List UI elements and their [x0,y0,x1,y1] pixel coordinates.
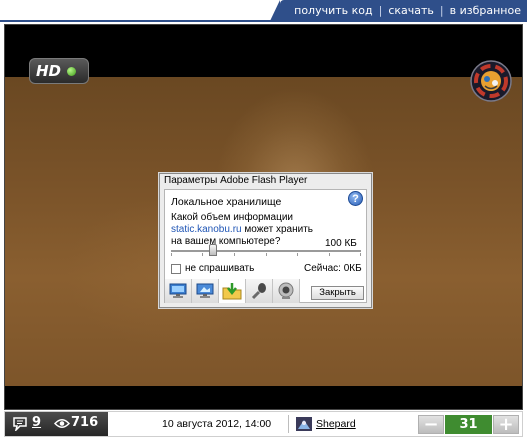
author-link[interactable]: Shepard [316,418,356,430]
add-to-favorites-link[interactable]: в избранное [450,4,521,17]
slider-tick [360,253,361,256]
tab-local-storage[interactable] [219,279,246,303]
slider-tick [329,253,330,256]
privacy-monitor-icon [169,283,187,298]
domain-text: static.kanobu.ru [171,224,242,235]
divider [288,415,289,433]
webcam-icon [278,282,294,299]
rating-score: 31 [445,415,492,434]
dont-ask-checkbox[interactable] [171,264,181,274]
tab-microphone[interactable] [246,279,273,303]
hd-status-indicator-icon [67,66,77,76]
storage-size-value: 100 КБ [325,238,357,249]
help-icon[interactable]: ? [348,191,363,206]
dont-ask-label: не спрашивать [185,263,255,274]
topnav-separator: | [439,4,444,17]
get-code-link[interactable]: получить код [294,4,372,17]
settings-tabs [165,279,305,303]
slider-tick [266,253,267,256]
views-count: 716 [71,415,99,430]
section-title: Локальное хранилище [171,196,282,208]
topnav-tab-shape [270,0,281,21]
storage-question: Какой объем информации static.kanobu.ru … [171,212,321,248]
slider-tick [202,253,203,256]
display-monitor-icon [196,283,214,298]
eye-icon [54,419,70,428]
hd-toggle-button[interactable]: HD [29,58,89,84]
top-navigation: получить код | скачать | в избранное [270,0,527,21]
storage-slider-thumb[interactable] [208,244,217,256]
comments-count[interactable]: 9 [32,415,41,430]
publish-date: 10 августа 2012, 14:00 [162,418,272,430]
kanobu-logo-icon [470,60,512,102]
topnav-separator: | [378,4,383,17]
slider-tick [234,253,235,256]
question-text-start: Какой объем информации [171,212,294,223]
hd-label: HD [36,62,62,80]
storage-slider-track[interactable] [171,250,361,252]
local-storage-folder-icon [222,283,242,300]
download-link[interactable]: скачать [388,4,434,17]
vote-up-button[interactable]: + [493,415,519,434]
close-button[interactable]: Закрыть [311,286,364,300]
comments-icon[interactable] [12,417,28,431]
current-usage-text: Сейчас: 0КБ [304,263,362,274]
dialog-content: Локальное хранилище ? Какой объем информ… [164,189,367,303]
storage-slider-ticks [171,253,361,256]
video-player[interactable]: HD Параметры Adobe Flash Player Локально… [4,24,523,410]
microphone-icon [251,283,266,300]
bottom-info-bar: 9 716 10 августа 2012, 14:00 Shepard − 3… [4,411,523,437]
user-avatar-icon[interactable] [296,417,312,431]
tab-display[interactable] [192,279,219,303]
dialog-title: Параметры Adobe Flash Player [164,175,308,186]
tab-privacy[interactable] [165,279,192,303]
slider-tick [171,253,172,256]
page: получить код | скачать | в избранное HD … [0,0,527,442]
slider-tick [297,253,298,256]
tab-webcam[interactable] [273,279,300,303]
flash-settings-dialog: Параметры Adobe Flash Player Локальное х… [159,173,372,308]
vote-down-button[interactable]: − [418,415,444,434]
